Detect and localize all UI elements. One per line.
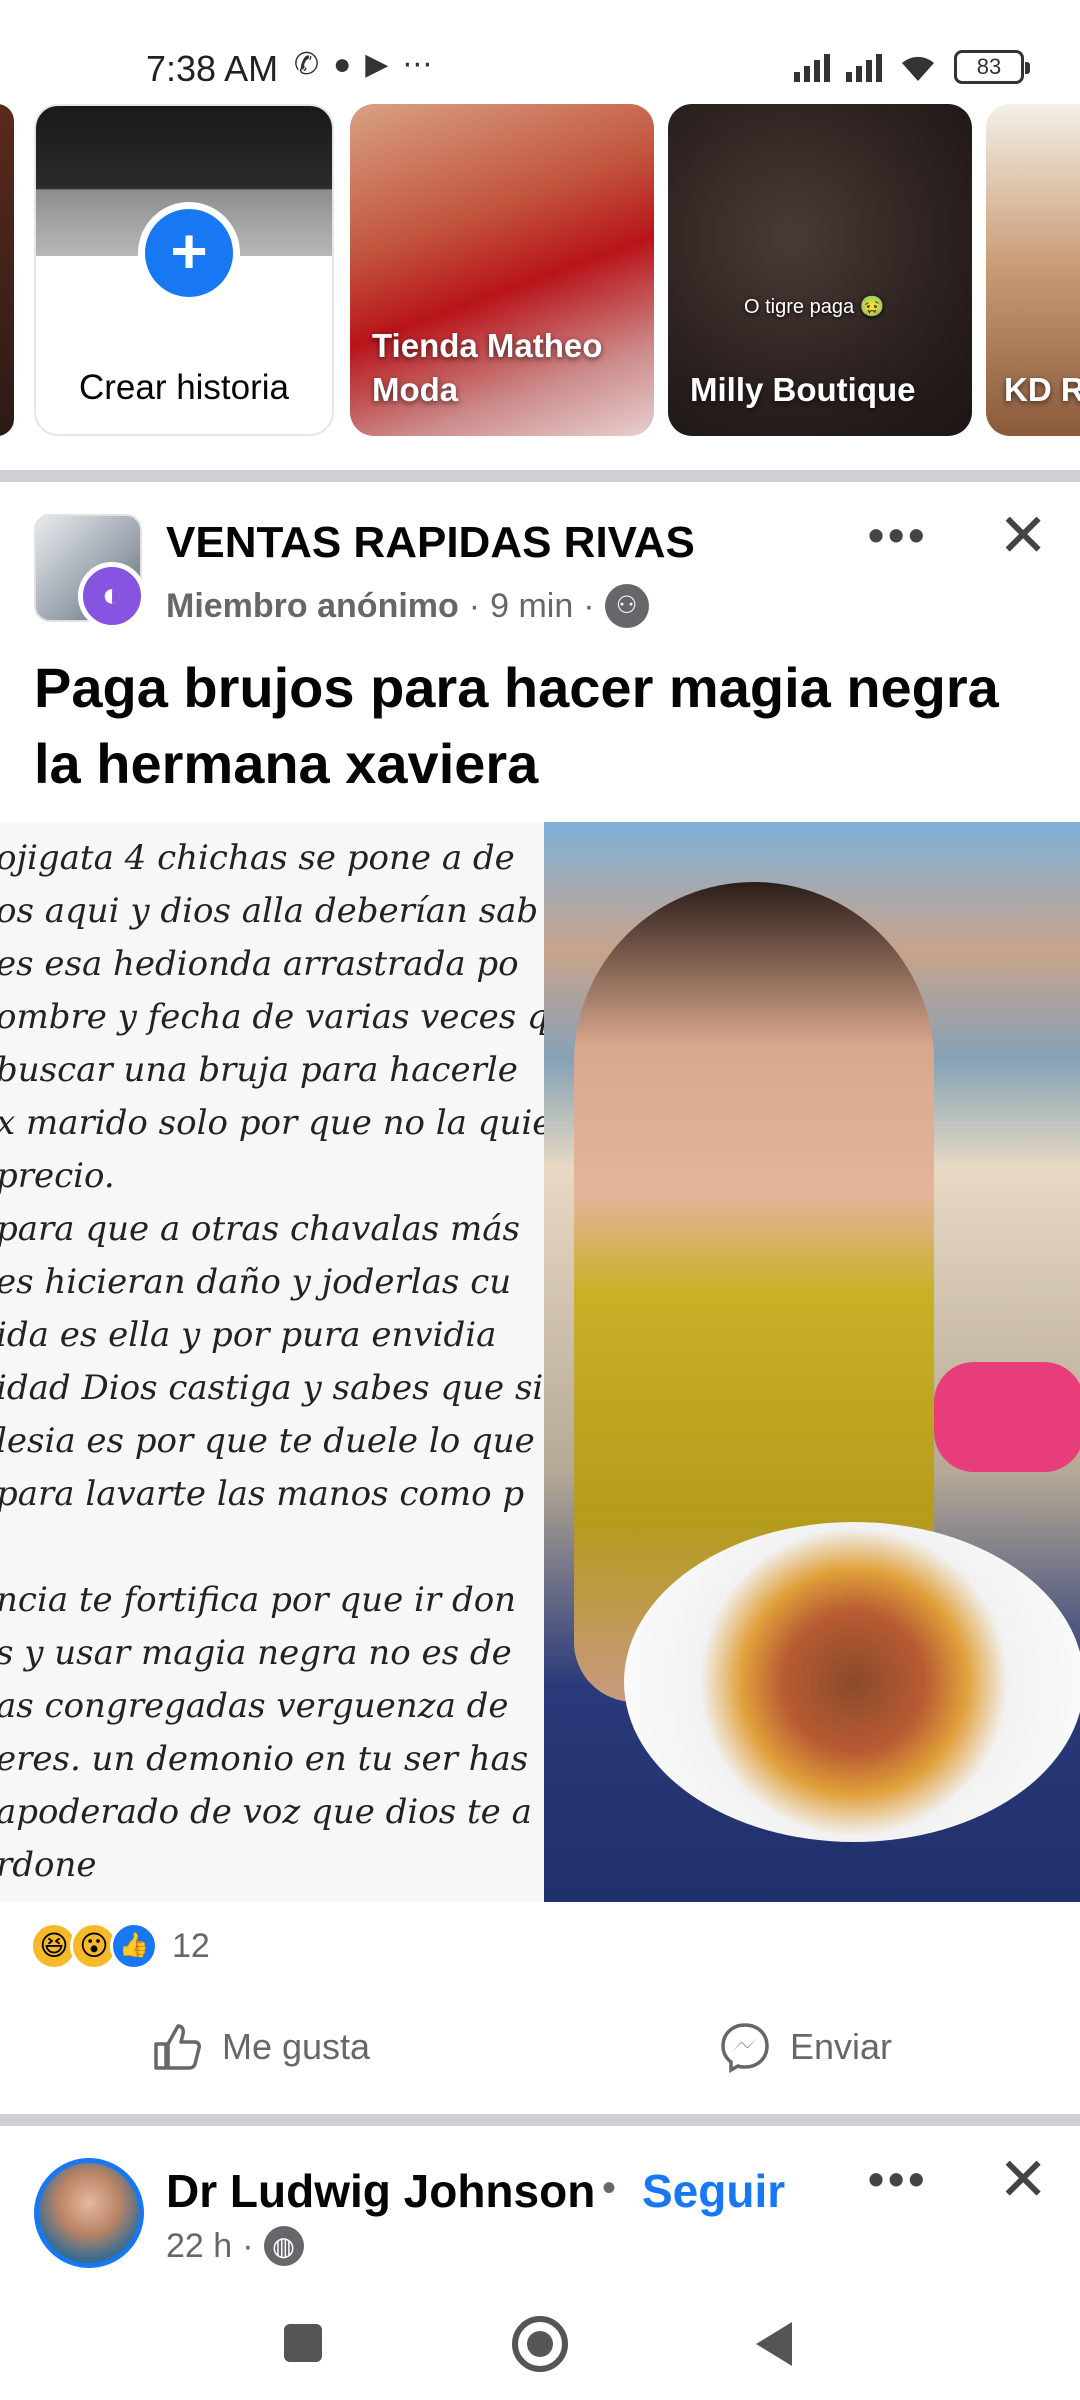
messenger-icon (718, 2020, 772, 2074)
system-icons: 83 (794, 50, 1030, 84)
story-card-milly-boutique[interactable]: O tigre paga 🤢 Milly Boutique (668, 104, 972, 436)
status-bar: 7:38 AM ✆ ● ▶ ⋯ 83 (0, 0, 1080, 104)
note-line: ida es ella y por pura envidia (0, 1315, 497, 1355)
group-name[interactable]: VENTAS RAPIDAS RIVAS (166, 518, 695, 568)
like-label: Me gusta (222, 2026, 371, 2067)
system-nav-bar (0, 2288, 1080, 2400)
note-line: eres. un demonio en tu ser has (0, 1739, 529, 1779)
note-line: idad Dios castiga y sabes que si (0, 1368, 544, 1408)
more-options-button[interactable]: ••• (868, 2152, 928, 2206)
recents-button[interactable] (284, 2324, 322, 2362)
anonymous-member-icon: ◐ (78, 562, 146, 630)
signal-icon (846, 52, 882, 82)
story-card[interactable] (0, 104, 14, 436)
youtube-icon: ▶ (365, 48, 389, 81)
note-line: ncia te fortifica por que ir don (0, 1580, 517, 1620)
post-image[interactable]: ojigata 4 chichas se pone a de os aqui y… (0, 822, 1080, 1902)
note-line (0, 1521, 544, 1574)
close-icon[interactable]: ✕ (998, 2150, 1048, 2210)
stories-tray: + Crear historia Tienda Matheo Moda O ti… (0, 104, 1080, 440)
story-name: KD R (1004, 371, 1080, 408)
post-time[interactable]: 9 min (490, 587, 573, 626)
note-line: s y usar magia negra no es de (0, 1633, 512, 1673)
photo-object (934, 1362, 1080, 1472)
meta-separator: · (583, 586, 595, 625)
wifi-icon (902, 56, 934, 81)
photo-food-plate (624, 1522, 1080, 1842)
note-line: precio. (0, 1156, 115, 1196)
messages-icon: ● (333, 48, 352, 81)
post-meta: Miembro anónimo · 9 min · ⚇ (166, 584, 649, 628)
reaction-count: 12 (172, 1926, 210, 1965)
note-line: os aqui y dios alla deberían sab (0, 891, 539, 931)
story-card-kd[interactable]: KD R (986, 104, 1080, 436)
thumbs-up-icon (150, 2020, 204, 2074)
globe-icon: ◍ (263, 2226, 304, 2266)
post-meta: 22 h · ◍ (166, 2226, 304, 2266)
note-line: rdone (0, 1845, 97, 1885)
post-time[interactable]: 22 h (166, 2227, 232, 2266)
meta-separator: · (242, 2226, 254, 2265)
group-members-icon: ⚇ (604, 584, 649, 628)
story-card-tienda-matheo[interactable]: Tienda Matheo Moda (350, 104, 654, 436)
note-line: es hicieran daño y joderlas cu (0, 1262, 512, 1302)
follow-button[interactable]: Seguir (642, 2164, 785, 2218)
story-name: Tienda Matheo Moda (372, 327, 603, 408)
add-story-icon[interactable]: + (138, 202, 240, 304)
section-divider (0, 470, 1080, 482)
more-options-button[interactable]: ••• (868, 508, 928, 562)
back-button[interactable] (756, 2322, 792, 2366)
story-name: Milly Boutique (690, 371, 916, 408)
signal-icon (794, 52, 830, 82)
handwritten-note-image: ojigata 4 chichas se pone a de os aqui y… (0, 822, 544, 1902)
like-button[interactable]: Me gusta (150, 2020, 370, 2074)
like-reaction-icon: 👍 (110, 1922, 158, 1970)
meta-separator: • (602, 2166, 617, 2210)
more-dots-icon: ⋯ (402, 48, 433, 81)
note-line: x marido solo por que no la quie (0, 1103, 544, 1143)
note-line: para lavarte las manos como p (0, 1474, 525, 1514)
note-line: as congregadas verguenza de (0, 1686, 509, 1726)
author-avatar[interactable] (34, 2158, 144, 2268)
home-button[interactable] (512, 2316, 568, 2372)
battery-icon: 83 (954, 50, 1030, 84)
post-author[interactable]: Miembro anónimo (166, 587, 459, 626)
status-time: 7:38 AM (146, 48, 279, 89)
notification-icons: ✆ ● ▶ ⋯ (294, 50, 432, 80)
note-line: ombre y fecha de varias veces q (0, 997, 544, 1037)
note-line: ojigata 4 chichas se pone a de (0, 838, 515, 878)
note-line: lesia es por que te duele lo que (0, 1421, 535, 1461)
send-label: Enviar (790, 2026, 893, 2067)
woman-photo (544, 822, 1080, 1902)
reactions-summary[interactable]: 😆 😮 👍 12 (30, 1922, 210, 1970)
create-story-label: Crear historia (78, 368, 290, 407)
note-line: apoderado de voz que dios te a (0, 1792, 532, 1832)
send-button[interactable]: Enviar (718, 2020, 892, 2074)
author-name[interactable]: Dr Ludwig Johnson (166, 2164, 595, 2218)
post-text: Paga brujos para hacer magia negra la he… (34, 656, 999, 795)
meta-separator: · (468, 586, 481, 625)
create-story-card[interactable]: + Crear historia (34, 104, 334, 436)
note-line: para que a otras chavalas más (0, 1209, 520, 1249)
close-icon[interactable]: ✕ (998, 506, 1048, 566)
story-overlay-text: O tigre paga 🤢 (744, 296, 885, 318)
section-divider (0, 2114, 1080, 2126)
whatsapp-icon: ✆ (294, 48, 320, 81)
note-line: es esa hedionda arrastrada po (0, 944, 519, 984)
note-line: buscar una bruja para hacerle (0, 1050, 518, 1090)
